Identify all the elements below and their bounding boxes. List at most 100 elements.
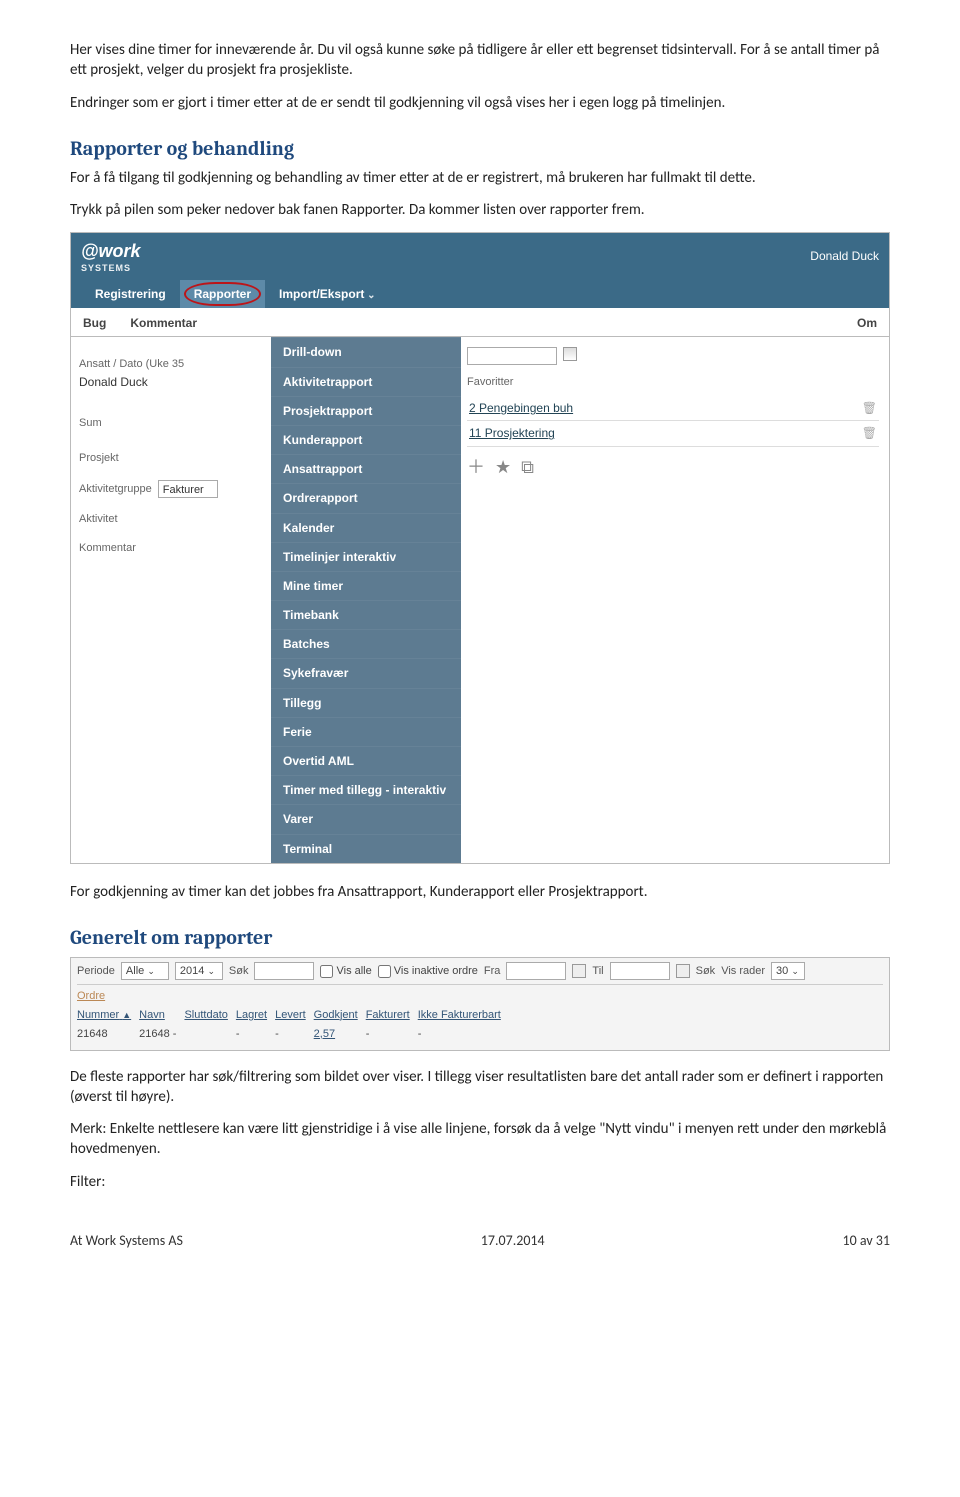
favorite-link[interactable]: 2 Pengebingen buh — [469, 400, 573, 416]
cell-levert: - — [275, 1025, 314, 1044]
checkbox-vis-alle[interactable]: Vis alle — [320, 964, 371, 979]
brand-logo: @work SYSTEMS — [81, 241, 141, 273]
dropdown-item[interactable]: Drill-down — [271, 337, 461, 366]
col-fakturert[interactable]: Fakturert — [366, 1006, 418, 1025]
select-periode[interactable]: Alle ⌄ — [121, 962, 169, 980]
cell-nummer: 21648 — [77, 1025, 139, 1044]
footer-left: At Work Systems AS — [70, 1232, 183, 1251]
tab-rapporter[interactable]: Rapporter — [180, 280, 265, 309]
plus-icon[interactable]: ＋ — [467, 455, 491, 479]
label-aktivitet: Aktivitet — [79, 512, 263, 527]
tab-registrering[interactable]: Registrering — [81, 280, 180, 309]
chevron-down-icon: ⌄ — [791, 966, 799, 976]
dropdown-item[interactable]: Timelinjer interaktiv — [271, 542, 461, 571]
dropdown-item[interactable]: Timebank — [271, 600, 461, 629]
dropdown-item[interactable]: Batches — [271, 629, 461, 658]
dropdown-item[interactable]: Sykefravær — [271, 658, 461, 687]
results-table: Nummer ▲ Navn Sluttdato Lagret Levert Go… — [77, 1006, 509, 1044]
filter-bar: Periode Alle ⌄ 2014 ⌄ Søk Vis alle Vis i… — [77, 962, 883, 985]
label-periode: Periode — [77, 964, 115, 979]
favorites-panel: Favoritter 2 Pengebingen buh 🗑 11 Prosje… — [461, 337, 889, 862]
select-vis-rader[interactable]: 30 ⌄ — [771, 962, 805, 980]
topbar: @work SYSTEMS Donald Duck Registrering R… — [71, 233, 889, 308]
form-panel: Ansatt / Dato (Uke 35 Donald Duck Sum Pr… — [71, 337, 271, 862]
user-name[interactable]: Donald Duck — [810, 248, 879, 264]
paragraph: For godkjenning av timer kan det jobbes … — [70, 882, 890, 902]
brand-row: @work SYSTEMS Donald Duck — [81, 237, 879, 279]
footer-right: 10 av 31 — [842, 1232, 890, 1251]
trash-icon[interactable]: 🗑 — [862, 425, 877, 441]
filter-screenshot: Periode Alle ⌄ 2014 ⌄ Søk Vis alle Vis i… — [70, 957, 890, 1051]
subtabs: Bug Kommentar Om — [71, 308, 889, 337]
col-ikke-fakturerbart[interactable]: Ikke Fakturerbart — [418, 1006, 509, 1025]
heading: Generelt om rapporter — [70, 924, 890, 951]
dropdown-item[interactable]: Tillegg — [271, 688, 461, 717]
dropdown-item[interactable]: Mine timer — [271, 571, 461, 600]
app-screenshot: @work SYSTEMS Donald Duck Registrering R… — [70, 232, 890, 864]
label-prosjekt: Prosjekt — [79, 451, 263, 466]
paragraph: Trykk på pilen som peker nedover bak fan… — [70, 200, 890, 220]
chevron-down-icon: ⌄ — [207, 966, 215, 976]
to-date-input[interactable] — [610, 962, 670, 980]
subtab-om[interactable]: Om — [845, 310, 889, 336]
page-footer: At Work Systems AS 17.07.2014 10 av 31 — [70, 1232, 890, 1251]
dropdown-item[interactable]: Ansattrapport — [271, 454, 461, 483]
label-sum: Sum — [79, 416, 263, 431]
dropdown-item[interactable]: Timer med tillegg - interaktiv — [271, 775, 461, 804]
sort-icon: ▲ — [122, 1010, 131, 1020]
favorite-link[interactable]: 11 Prosjektering — [469, 425, 555, 441]
dropdown-item[interactable]: Terminal — [271, 834, 461, 863]
search-input[interactable] — [254, 962, 314, 980]
cell-godkjent: 2,57 — [314, 1025, 366, 1044]
favorite-row: 2 Pengebingen buh 🗑 — [467, 396, 879, 421]
rapporter-dropdown: Drill-down Aktivitetrapport Prosjektrapp… — [271, 337, 461, 862]
label-kommentar: Kommentar — [79, 541, 263, 556]
col-sluttdato[interactable]: Sluttdato — [184, 1006, 235, 1025]
label-sok: Søk — [229, 964, 249, 979]
cell-link[interactable]: 2,57 — [314, 1028, 335, 1040]
section-link-ordre[interactable]: Ordre — [77, 989, 883, 1004]
table-row: 21648 21648 - - - 2,57 - - — [77, 1025, 509, 1044]
label-aktgruppe: Aktivitetgruppe — [79, 482, 152, 497]
tab-import-eksport[interactable]: Import/Eksport — [265, 280, 390, 309]
paragraph: For å få tilgang til godkjenning og beha… — [70, 168, 890, 188]
dropdown-item[interactable]: Overtid AML — [271, 746, 461, 775]
dropdown-item[interactable]: Kunderapport — [271, 425, 461, 454]
calendar-icon[interactable] — [563, 347, 577, 361]
dropdown-item[interactable]: Kalender — [271, 513, 461, 542]
paragraph: Merk: Enkelte nettlesere kan være litt g… — [70, 1119, 890, 1160]
dropdown-item[interactable]: Prosjektrapport — [271, 396, 461, 425]
col-lagret[interactable]: Lagret — [236, 1006, 275, 1025]
favorites-header: Favoritter — [467, 375, 879, 390]
dropdown-item[interactable]: Varer — [271, 804, 461, 833]
from-date-input[interactable] — [506, 962, 566, 980]
date-input[interactable] — [467, 347, 557, 365]
subtab-kommentar[interactable]: Kommentar — [118, 310, 209, 336]
cell-lagret: - — [236, 1025, 275, 1044]
dropdown-item[interactable]: Ordrerapport — [271, 483, 461, 512]
footer-mid: 17.07.2014 — [481, 1232, 545, 1251]
calendar-icon[interactable] — [572, 964, 586, 978]
main-tabs: Registrering Rapporter Import/Eksport — [81, 280, 879, 309]
cell-sluttdato — [184, 1025, 235, 1044]
label-vis-rader: Vis rader — [721, 964, 765, 979]
search-button[interactable]: Søk — [696, 964, 716, 979]
star-icon[interactable]: ★ — [495, 455, 517, 479]
calendar-icon[interactable] — [676, 964, 690, 978]
checkbox-vis-inaktive[interactable]: Vis inaktive ordre — [378, 964, 478, 979]
copy-icon[interactable]: ⧉ — [521, 455, 540, 479]
col-navn[interactable]: Navn — [139, 1006, 184, 1025]
trash-icon[interactable]: 🗑 — [862, 400, 877, 416]
col-levert[interactable]: Levert — [275, 1006, 314, 1025]
col-godkjent[interactable]: Godkjent — [314, 1006, 366, 1025]
dropdown-item[interactable]: Ferie — [271, 717, 461, 746]
select-year[interactable]: 2014 ⌄ — [175, 962, 223, 980]
input-aktgruppe[interactable]: Fakturer — [158, 480, 218, 498]
subtab-bug[interactable]: Bug — [71, 310, 118, 336]
dropdown-item[interactable]: Aktivitetrapport — [271, 367, 461, 396]
col-nummer[interactable]: Nummer ▲ — [77, 1006, 139, 1025]
value-ansatt: Donald Duck — [79, 374, 263, 390]
table-header-row: Nummer ▲ Navn Sluttdato Lagret Levert Go… — [77, 1006, 509, 1025]
favorite-row: 11 Prosjektering 🗑 — [467, 421, 879, 446]
cell-ikke: - — [418, 1025, 509, 1044]
